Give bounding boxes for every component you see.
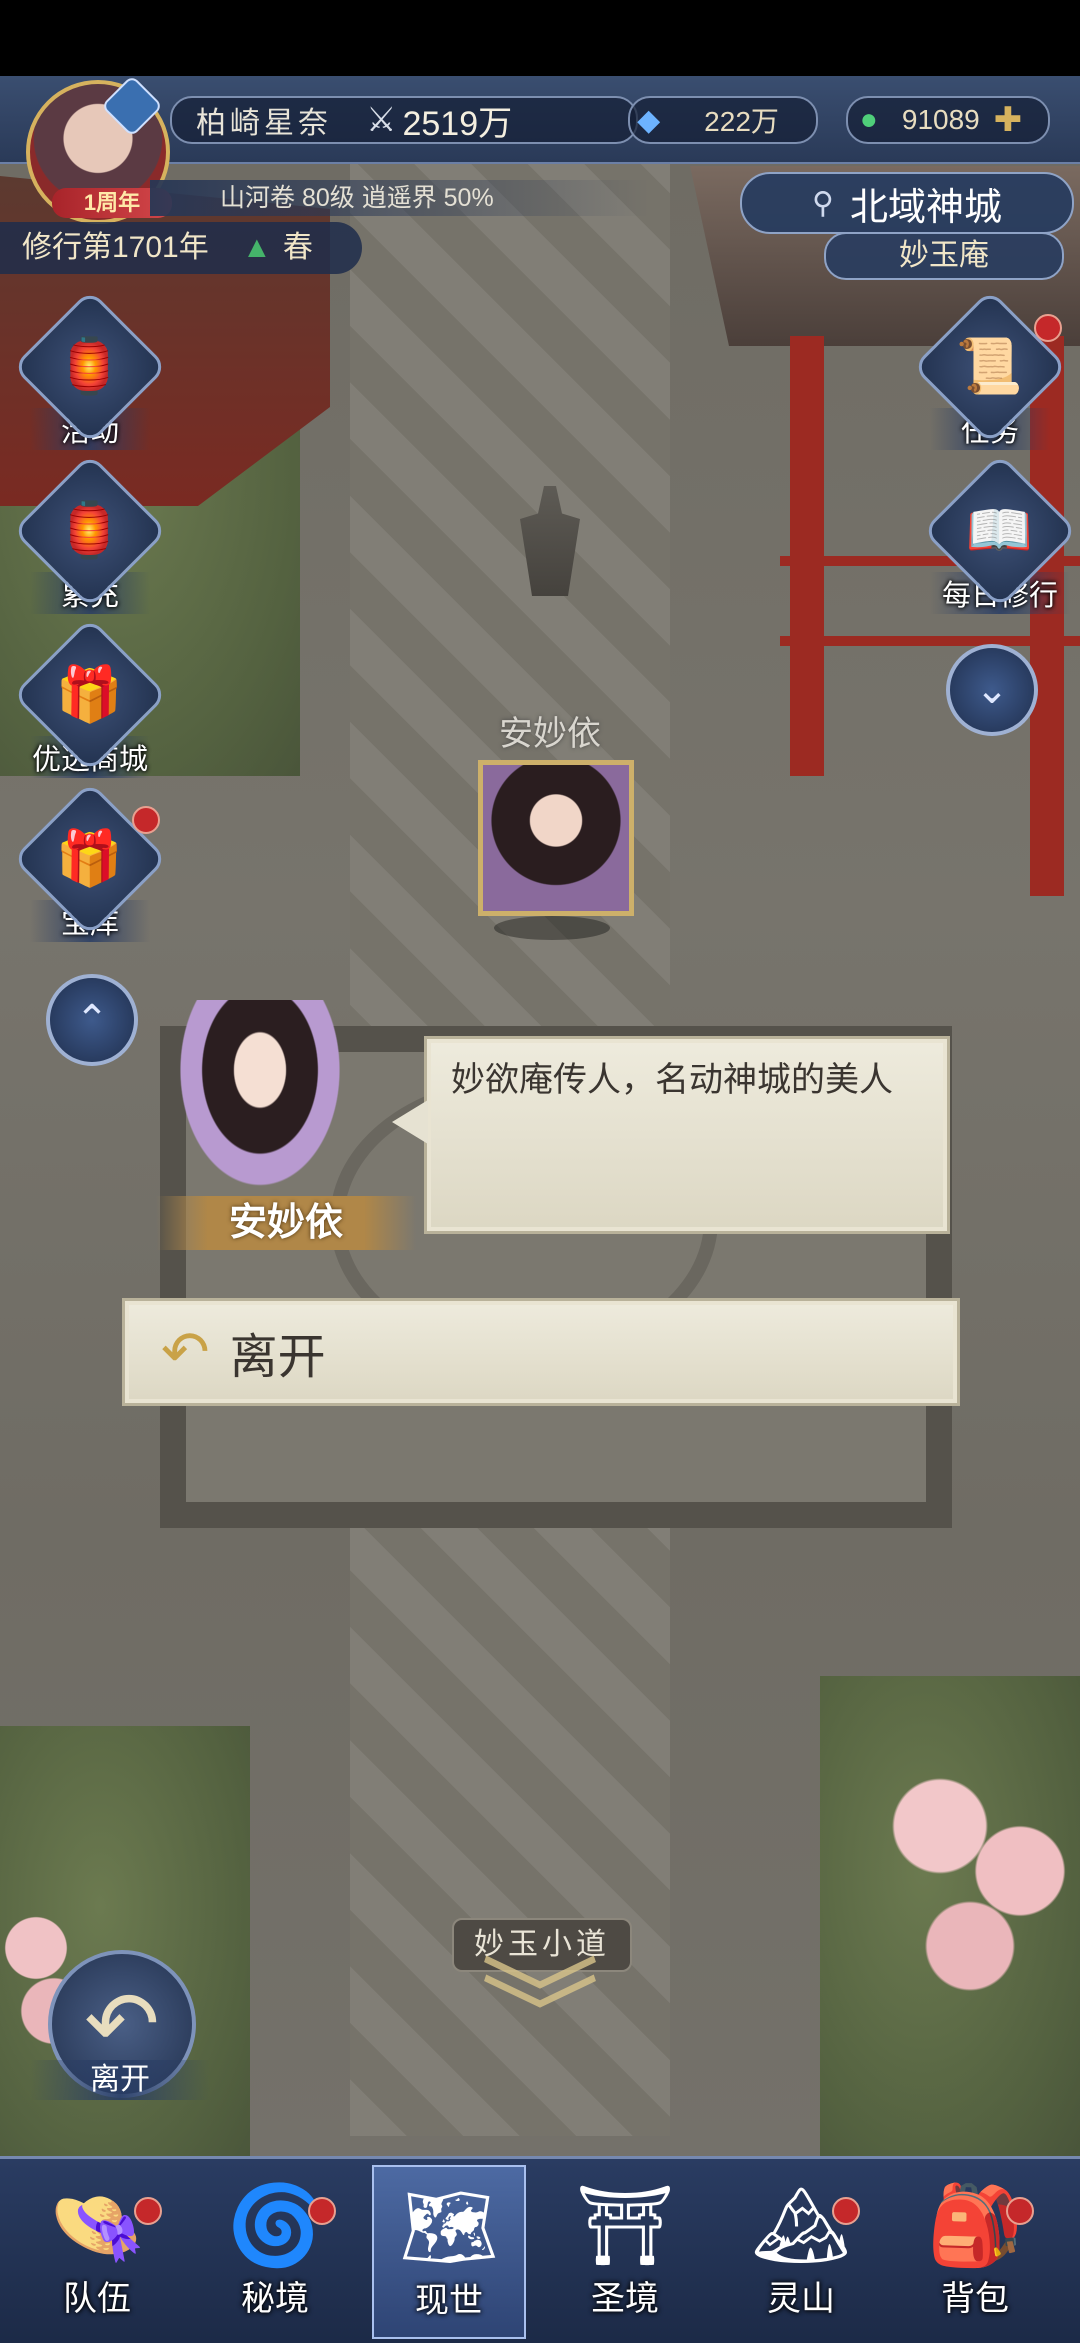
world-map-icon: 🗺 [399,2183,499,2271]
quest-badge [1034,314,1062,342]
leave-option-label: 离开 [229,1331,326,1384]
return-arrow-icon: ↶ [161,1320,210,1385]
team-hat-icon: 👒 [48,2181,146,2269]
chevron-up-icon: ⌃ [75,998,109,1042]
leave-option-button[interactable]: ↶ 离开 [122,1298,960,1406]
cultivation-year-bar[interactable]: 修行第1701年 ▲ 春 [0,222,362,274]
treasure-badge [132,806,160,834]
nav-secret-realm[interactable]: 🌀 秘境 [190,2165,360,2335]
nav-team[interactable]: 👒 队伍 [12,2165,182,2335]
recharge-button[interactable]: 🏮 累充 [12,453,168,614]
add-jade-icon[interactable]: ✚ [994,100,1023,140]
npc-scene-name: 安妙依 [499,715,601,753]
dialog-tail [392,1100,428,1144]
nav-spirit-mountain[interactable]: 🏔 灵山 [716,2165,886,2335]
shop-button[interactable]: 🎁 优选商城 [12,617,168,778]
activity-button[interactable]: 🏮 活动 [12,289,168,450]
jade-counter[interactable]: ● 91089 ✚ [846,96,1050,144]
daily-cultivation-button[interactable]: 📖 每日修行 [922,453,1078,614]
exit-label: 离开 [30,2060,210,2100]
expand-menu-button[interactable]: ⌄ [946,644,1038,736]
npc-portrait-marker[interactable] [478,760,634,916]
quest-button[interactable]: 📜 任务 [912,289,1068,450]
bottom-navigation: 👒 队伍 🌀 秘境 🗺 现世 ⛩ 圣境 🏔 灵山 🎒 背包 [0,2156,1080,2343]
crystal-icon: ◆ [637,103,661,137]
blossom-tree [880,1736,1080,2036]
cultivation-year: 修行第1701年 [22,231,209,264]
jade-amount: 91089 [901,104,980,135]
nav-team-badge [134,2197,162,2225]
player-name: 柏崎星奈 [196,107,332,140]
nav-bag[interactable]: 🎒 背包 [890,2165,1060,2335]
nav-bag-badge [1006,2197,1034,2225]
region-banner[interactable]: ⚲ 北域神城 [740,172,1074,234]
jade-icon: ● [859,103,878,136]
place-name: 妙玉庵 [824,232,1064,280]
collapse-menu-button[interactable]: ⌃ [46,974,138,1066]
player-name-bar[interactable]: 柏崎星奈 ⚔ 2519万 [170,96,638,144]
map-pin-icon: ⚲ [812,186,834,220]
npc-dialog-name: 安妙依 [156,1196,416,1250]
npc-shadow [494,916,610,940]
mountain-icon: 🏔 [751,2181,851,2269]
crystal-amount: 222万 [704,106,779,137]
nav-world[interactable]: 🗺 现世 [372,2165,526,2339]
spirit-crystal-counter[interactable]: ◆ 222万 [628,96,818,144]
dialog-bubble: 妙欲庵传人，名动神城的美人 [424,1036,950,1234]
power-icon: ⚔ [366,101,397,139]
player-power: 2519万 [402,104,513,143]
npc-dialog-portrait [170,1000,350,1200]
season-label: 春 [282,231,313,264]
bag-icon: 🎒 [926,2181,1024,2269]
chevron-down-icon: ⌄ [975,668,1009,712]
move-forward-arrow-icon[interactable]: ︾ [470,1956,610,2096]
nav-spirit-mountain-badge [832,2197,860,2225]
nav-holy-realm[interactable]: ⛩ 圣境 [540,2165,710,2335]
nav-secret-realm-badge [308,2197,336,2225]
dialog-text: 妙欲庵传人，名动神城的美人 [451,1061,893,1099]
vortex-icon: 🌀 [226,2181,324,2269]
region-name: 北域神城 [849,186,1002,229]
temple-icon: ⛩ [575,2181,675,2269]
realm-bar: 山河卷 80级 逍遥界 50% [150,180,650,216]
pine-tree-icon: ▲ [241,231,272,264]
